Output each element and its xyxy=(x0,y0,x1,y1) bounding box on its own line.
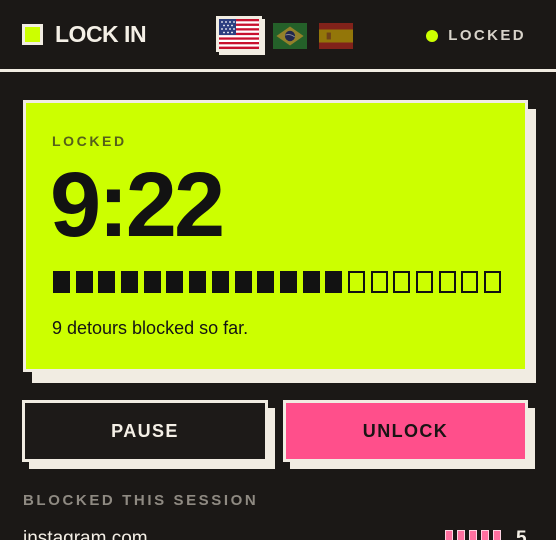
count-bar xyxy=(481,530,489,540)
lock-in-app: LOCK IN LOCKED LOCKED 9:22 9 detours blo… xyxy=(0,0,556,540)
progress-segment-filled xyxy=(189,271,207,293)
progress-segment-empty xyxy=(393,271,411,293)
language-switcher xyxy=(216,16,363,53)
progress-segment-filled xyxy=(75,271,93,293)
spain-flag-icon[interactable] xyxy=(317,21,355,51)
progress-segment-filled xyxy=(279,271,297,293)
progress-segment-empty xyxy=(484,271,502,293)
progress-segment-empty xyxy=(416,271,433,293)
progress-segment-filled xyxy=(53,271,70,293)
unlock-button[interactable]: UNLOCK xyxy=(283,400,528,462)
app-title: LOCK IN xyxy=(55,21,147,47)
progress-segment-filled xyxy=(325,271,343,293)
session-progress xyxy=(53,271,507,293)
progress-segment-filled xyxy=(121,271,139,293)
block-count: 5 xyxy=(516,528,527,540)
progress-segment-empty xyxy=(347,271,365,293)
timer-card: LOCKED 9:22 9 detours blocked so far. xyxy=(23,100,528,372)
blocked-site-name: instagram.com xyxy=(23,528,148,540)
status-dot-icon xyxy=(426,29,439,42)
detours-text: 9 detours blocked so far. xyxy=(52,318,249,338)
pause-button[interactable]: PAUSE xyxy=(22,400,268,462)
countdown-timer: 9:22 xyxy=(50,154,225,256)
progress-segment-filled xyxy=(302,271,320,293)
header-bar: LOCK IN LOCKED xyxy=(0,0,556,72)
count-bar xyxy=(493,530,501,540)
brand: LOCK IN xyxy=(22,21,147,47)
brazil-flag-icon[interactable] xyxy=(271,21,309,51)
block-count-bars xyxy=(445,530,505,540)
timer-card-label: LOCKED xyxy=(52,133,127,149)
count-bar xyxy=(457,530,465,540)
brand-logo-icon xyxy=(22,23,43,45)
status-text: LOCKED xyxy=(448,27,526,44)
lock-status: LOCKED xyxy=(426,27,526,44)
progress-segment-filled xyxy=(166,271,184,293)
progress-segment-filled xyxy=(98,271,116,293)
count-bar xyxy=(469,530,477,540)
progress-segment-filled xyxy=(257,271,275,293)
progress-segment-filled xyxy=(211,271,229,293)
blocked-section-title: BLOCKED THIS SESSION xyxy=(23,492,259,509)
progress-segment-filled xyxy=(234,271,252,293)
progress-segment-filled xyxy=(143,271,161,293)
progress-segment-empty xyxy=(438,271,456,293)
progress-segment-empty xyxy=(370,271,388,293)
list-item: instagram.com 5 xyxy=(23,528,533,540)
count-bar xyxy=(445,530,453,540)
us-flag-icon[interactable] xyxy=(216,16,262,52)
progress-segment-empty xyxy=(461,271,479,293)
